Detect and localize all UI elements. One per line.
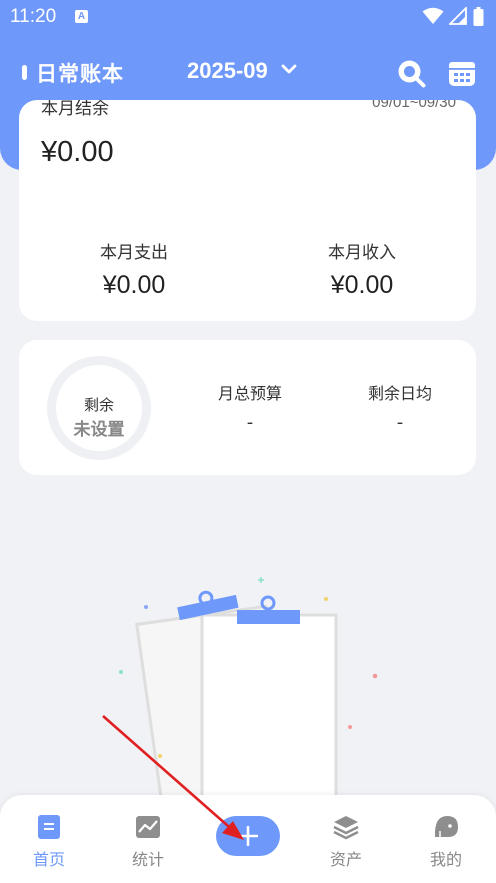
expense-value: ¥0.00 bbox=[102, 271, 166, 299]
status-bar: 11:20 A bbox=[0, 0, 496, 34]
balance-value: ¥0.00 bbox=[41, 136, 114, 168]
nav-assets-label: 资产 bbox=[329, 850, 362, 869]
remaining-budget-ring: 剩余 未设置 bbox=[47, 356, 151, 460]
wifi-icon bbox=[422, 7, 444, 24]
monthly-budget-value: - bbox=[246, 412, 254, 433]
nav-stats[interactable]: 统计 bbox=[113, 813, 183, 870]
nav-home-label: 首页 bbox=[32, 850, 65, 869]
status-time: 11:20 bbox=[10, 6, 57, 27]
battery-icon bbox=[473, 7, 484, 26]
add-record-button[interactable] bbox=[216, 816, 280, 856]
app-bar: 日常账本 2025-09 bbox=[0, 48, 496, 96]
expense-stat: 本月支出 ¥0.00 bbox=[54, 238, 214, 300]
nav-assets[interactable]: 资产 bbox=[311, 813, 381, 870]
bottom-navigation: 首页 统计 资产 我的 bbox=[0, 795, 496, 883]
home-icon bbox=[38, 815, 60, 839]
search-icon[interactable] bbox=[396, 58, 426, 88]
income-value: ¥0.00 bbox=[330, 271, 394, 299]
remaining-value: 未设置 bbox=[73, 420, 125, 440]
monthly-summary-card[interactable]: 本月结余 09/01~09/30 ¥0.00 本月支出 ¥0.00 本月收入 ¥… bbox=[19, 100, 476, 321]
profile-icon bbox=[434, 816, 458, 837]
status-indicators bbox=[422, 7, 484, 27]
empty-clipboard-illustration bbox=[119, 577, 378, 800]
signal-icon bbox=[449, 7, 468, 25]
budget-card[interactable]: 剩余 未设置 月总预算 - 剩余日均 - bbox=[19, 340, 476, 475]
nav-mine[interactable]: 我的 bbox=[411, 813, 481, 870]
chevron-down-icon bbox=[281, 64, 297, 74]
income-label: 本月收入 bbox=[328, 243, 396, 263]
book-indicator bbox=[22, 65, 27, 80]
monthly-budget: 月总预算 - bbox=[185, 380, 315, 433]
income-stat: 本月收入 ¥0.00 bbox=[282, 238, 442, 300]
notification-badge: A bbox=[75, 10, 88, 23]
book-title[interactable]: 日常账本 bbox=[36, 58, 124, 88]
monthly-budget-label: 月总预算 bbox=[217, 384, 282, 403]
stats-chart-icon bbox=[136, 816, 160, 838]
month-label: 2025-09 bbox=[187, 58, 268, 83]
daily-remaining-label: 剩余日均 bbox=[367, 384, 432, 403]
month-picker[interactable]: 2025-09 bbox=[187, 58, 297, 86]
date-range: 09/01~09/30 bbox=[372, 100, 456, 111]
calendar-icon[interactable] bbox=[447, 58, 477, 88]
layers-icon bbox=[333, 816, 359, 840]
nav-stats-label: 统计 bbox=[131, 850, 164, 869]
remaining-label: 剩余 bbox=[83, 396, 114, 414]
daily-remaining: 剩余日均 - bbox=[335, 380, 465, 433]
daily-remaining-value: - bbox=[396, 412, 404, 433]
expense-label: 本月支出 bbox=[100, 243, 168, 263]
balance-label: 本月结余 bbox=[41, 100, 109, 119]
nav-mine-label: 我的 bbox=[429, 850, 462, 869]
nav-home[interactable]: 首页 bbox=[14, 813, 84, 870]
plus-icon bbox=[238, 826, 258, 846]
